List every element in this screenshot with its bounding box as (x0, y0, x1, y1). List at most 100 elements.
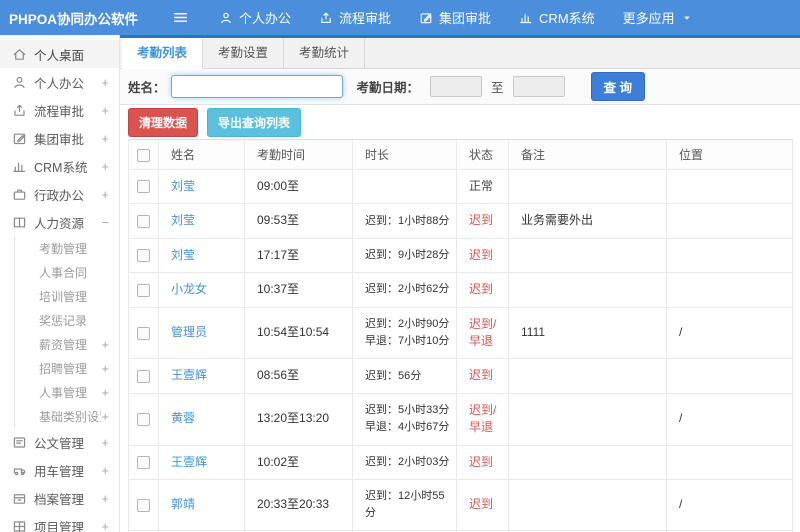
sidebar-item-label: 项目管理 (34, 520, 85, 532)
checkbox-cell (128, 272, 159, 308)
row-checkbox[interactable] (137, 249, 150, 263)
expand-toggle[interactable]: + (101, 337, 109, 352)
note-cell (508, 444, 667, 480)
employee-name-link[interactable]: 王壹辉 (171, 455, 207, 469)
status-badge: 正常 (469, 179, 494, 193)
status-badge: 迟到/早退 (469, 402, 497, 435)
name-cell: 小龙女 (158, 272, 245, 308)
expand-toggle[interactable]: + (101, 187, 109, 202)
clear-data-button[interactable]: 清理数据 (128, 107, 199, 137)
app-logo[interactable]: PHPOA协同办公软件 (0, 8, 138, 28)
sidebar-item-human-resources[interactable]: 人力资源 − (0, 208, 119, 236)
sidebar-item-personal-desktop[interactable]: 个人桌面 (0, 40, 119, 68)
top-nav: 个人办公 流程审批 集团审批 CRM系统 更多应用 (219, 8, 693, 27)
status-badge: 迟到 (469, 454, 494, 469)
employee-name-link[interactable]: 刘莹 (171, 248, 195, 262)
sidebar-item-workflow-approval[interactable]: 流程审批 + (0, 96, 119, 124)
location-cell: / (666, 392, 793, 446)
tab-attendance-stats[interactable]: 考勤统计 (284, 38, 366, 68)
menu-toggle-button[interactable] (172, 9, 189, 26)
sidebar-item-personal-office[interactable]: 个人办公 + (0, 68, 119, 96)
column-header-4: 备注 (508, 139, 667, 170)
expand-toggle[interactable]: + (101, 361, 109, 376)
status-badge: 迟到/早退 (469, 316, 497, 348)
status-cell: 迟到/早退 (456, 306, 509, 360)
checkbox-cell (128, 478, 159, 532)
checkbox-cell (128, 444, 159, 480)
employee-name-link[interactable]: 管理员 (171, 325, 207, 339)
sidebar-item-archive-management[interactable]: 档案管理 + (0, 484, 119, 512)
row-checkbox[interactable] (137, 455, 150, 469)
row-checkbox[interactable] (137, 412, 150, 426)
note-cell (508, 478, 667, 532)
expand-toggle[interactable]: + (101, 385, 109, 400)
date-to-input[interactable] (512, 76, 565, 97)
sidebar-item-vehicle-management[interactable]: 用车管理 + (0, 456, 119, 484)
duration-cell: 迟到：9小时28分 (352, 237, 457, 274)
select-all-checkbox[interactable] (137, 148, 150, 162)
employee-name-link[interactable]: 王壹辉 (171, 368, 207, 382)
expand-toggle[interactable]: + (101, 75, 109, 90)
expand-toggle[interactable]: + (101, 519, 109, 532)
employee-name-link[interactable]: 黄蓉 (171, 411, 195, 425)
sidebar-item-basic-category-settings[interactable]: 基础类别设置+ (14, 404, 119, 428)
tab-attendance-settings[interactable]: 考勤设置 (203, 38, 285, 68)
sidebar-item-document-management[interactable]: 公文管理 + (0, 428, 119, 456)
nav-item-group-approval[interactable]: 集团审批 (419, 8, 491, 27)
sidebar-item-recruitment-management[interactable]: 招聘管理 + (14, 356, 119, 380)
name-cell: 王壹辉 (158, 444, 245, 480)
sidebar-item-admin-office[interactable]: 行政办公 + (0, 180, 119, 208)
expand-toggle[interactable]: + (101, 435, 109, 450)
attendance-time-cell: 10:54至10:54 (244, 306, 353, 360)
sidebar-item-group-approval[interactable]: 集团审批 + (0, 124, 119, 152)
row-checkbox[interactable] (137, 326, 150, 340)
sidebar-item-project-management[interactable]: 项目管理 + (0, 512, 119, 532)
tab-attendance-list[interactable]: 考勤列表 (122, 38, 204, 69)
employee-name-link[interactable]: 郭靖 (171, 497, 195, 511)
expand-toggle[interactable]: + (101, 491, 109, 506)
status-badge: 迟到 (469, 368, 494, 383)
sidebar-item-label: 奖惩记录 (39, 313, 88, 328)
query-button[interactable]: 查 询 (590, 72, 646, 101)
employee-name-link[interactable]: 小龙女 (171, 282, 207, 296)
expand-toggle[interactable]: + (101, 103, 109, 118)
expand-toggle[interactable]: + (101, 409, 109, 424)
caret-down-icon (684, 16, 690, 20)
archive-icon (13, 493, 26, 504)
sidebar-item-personnel-contract[interactable]: 人事合同 (14, 260, 119, 284)
name-input[interactable] (170, 75, 343, 98)
export-list-button[interactable]: 导出查询列表 (207, 107, 302, 137)
duration-cell: 迟到：1小时88分 (352, 203, 457, 239)
status-badge: 迟到 (469, 247, 494, 262)
row-checkbox[interactable] (137, 369, 150, 383)
expand-toggle[interactable]: + (101, 463, 109, 478)
status-cell: 迟到 (456, 444, 509, 480)
sidebar-item-crm-system[interactable]: CRM系统 + (0, 152, 119, 180)
date-from-input[interactable] (430, 76, 483, 97)
expand-toggle[interactable]: + (101, 131, 109, 146)
expand-toggle[interactable]: − (101, 215, 109, 230)
note-cell (508, 392, 667, 446)
row-checkbox[interactable] (137, 498, 150, 512)
nav-item-personal-office[interactable]: 个人办公 (219, 8, 291, 27)
note-cell (508, 237, 667, 274)
edit-icon (13, 133, 26, 144)
sidebar-item-salary-management[interactable]: 薪资管理 + (14, 332, 119, 356)
sidebar-item-attendance-management[interactable]: 考勤管理 (14, 236, 119, 260)
nav-item-label: 更多应用 (622, 11, 675, 26)
employee-name-link[interactable]: 刘莹 (171, 213, 195, 227)
sidebar-item-personnel-management[interactable]: 人事管理 + (14, 380, 119, 404)
expand-toggle[interactable]: + (101, 159, 109, 174)
row-checkbox[interactable] (137, 214, 150, 228)
checkbox-cell (128, 306, 159, 360)
sidebar-item-training-management[interactable]: 培训管理 (14, 284, 119, 308)
sidebar-item-reward-punishment[interactable]: 奖惩记录 (14, 308, 119, 332)
nav-item-workflow-approval[interactable]: 流程审批 (319, 8, 391, 27)
row-checkbox[interactable] (137, 180, 150, 194)
table-header-row: 姓名 考勤时间 时长 状态 备注 位置 (128, 139, 793, 170)
employee-name-link[interactable]: 刘莹 (171, 179, 195, 193)
nav-item-more-apps[interactable]: 更多应用 (623, 8, 693, 27)
row-checkbox[interactable] (137, 283, 150, 297)
home-icon (13, 48, 26, 60)
nav-item-crm-system[interactable]: CRM系统 (519, 8, 595, 27)
